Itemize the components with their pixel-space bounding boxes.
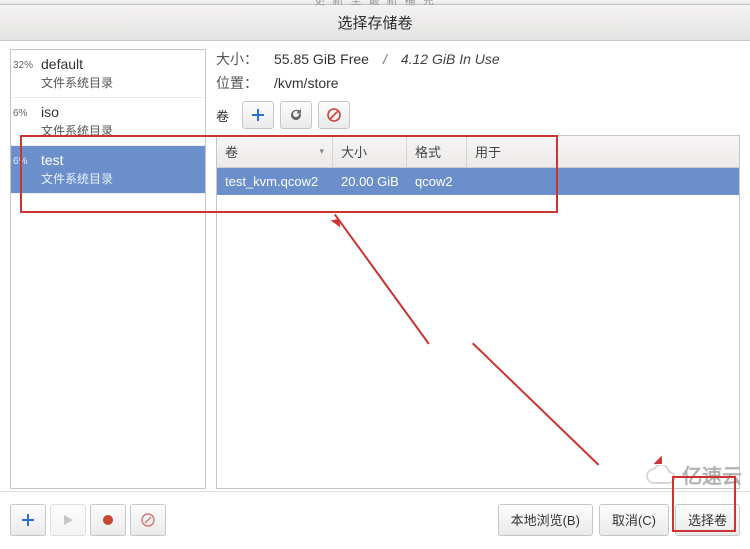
delete-volume-button[interactable] xyxy=(318,101,350,129)
stop-circle-icon xyxy=(327,108,341,122)
pool-usage-pct: 32% xyxy=(13,60,33,71)
pool-type: 文件系统目录 xyxy=(41,122,199,139)
refresh-button[interactable] xyxy=(280,101,312,129)
cloud-icon xyxy=(646,465,676,485)
dialog-buttons: 本地浏览(B) 取消(C) 选择卷 xyxy=(498,504,740,536)
cell-used xyxy=(475,174,731,189)
pool-action-buttons xyxy=(10,504,166,536)
location-label: 位置： xyxy=(216,73,264,93)
pool-name: iso xyxy=(41,104,199,120)
size-row: 大小： 55.85 GiB Free / 4.12 GiB In Use xyxy=(216,49,740,69)
size-inuse: 4.12 GiB In Use xyxy=(401,51,500,67)
column-volume-label: 卷 xyxy=(225,142,238,161)
pool-type: 文件系统目录 xyxy=(41,170,199,187)
pool-usage-pct: 6% xyxy=(13,108,27,119)
pool-item-default[interactable]: 32% default 文件系统目录 xyxy=(11,50,205,98)
volumes-label: 卷 xyxy=(216,106,236,125)
parent-window-title: 更 新 至 最 新 補 充 xyxy=(314,0,435,8)
plus-icon xyxy=(21,513,35,527)
watermark-text: 亿速云 xyxy=(682,460,742,489)
delete-pool-button[interactable] xyxy=(130,504,166,536)
choose-volume-button[interactable]: 选择卷 xyxy=(675,504,740,536)
right-pane: 大小： 55.85 GiB Free / 4.12 GiB In Use 位置：… xyxy=(216,49,740,489)
start-pool-button[interactable] xyxy=(50,504,86,536)
cell-size: 20.00 GiB xyxy=(341,174,415,189)
volume-table[interactable]: 卷 ▾ 大小 格式 用于 test_kvm.qcow2 20.00 GiB qc… xyxy=(216,135,740,489)
pool-name: test xyxy=(41,152,199,168)
add-pool-button[interactable] xyxy=(10,504,46,536)
pool-type: 文件系统目录 xyxy=(41,74,199,91)
record-icon xyxy=(102,514,114,526)
pool-name: default xyxy=(41,56,199,72)
browse-local-button[interactable]: 本地浏览(B) xyxy=(498,504,593,536)
watermark: 亿速云 xyxy=(646,460,742,489)
location-value: /kvm/store xyxy=(274,75,339,91)
size-separator: / xyxy=(383,51,387,67)
add-volume-button[interactable] xyxy=(242,101,274,129)
column-volume[interactable]: 卷 ▾ xyxy=(217,136,333,167)
pool-item-test[interactable]: 6% test 文件系统目录 xyxy=(11,146,205,194)
play-icon xyxy=(62,514,74,526)
pool-usage-pct: 6% xyxy=(13,156,27,167)
column-used-by[interactable]: 用于 xyxy=(467,136,739,167)
table-row[interactable]: test_kvm.qcow2 20.00 GiB qcow2 xyxy=(217,168,739,195)
column-format[interactable]: 格式 xyxy=(407,136,467,167)
location-row: 位置： /kvm/store xyxy=(216,73,740,93)
table-body: test_kvm.qcow2 20.00 GiB qcow2 xyxy=(217,168,739,488)
refresh-icon xyxy=(289,108,303,122)
parent-window-strip: 更 新 至 最 新 補 充 xyxy=(0,0,750,5)
main-pane: 32% default 文件系统目录 6% iso 文件系统目录 6% test… xyxy=(0,41,750,489)
cell-format: qcow2 xyxy=(415,174,475,189)
plus-icon xyxy=(251,108,265,122)
pool-item-iso[interactable]: 6% iso 文件系统目录 xyxy=(11,98,205,146)
column-size-label: 大小 xyxy=(341,142,367,161)
size-free: 55.85 GiB Free xyxy=(274,51,369,67)
stop-pool-button[interactable] xyxy=(90,504,126,536)
column-format-label: 格式 xyxy=(415,142,441,161)
bottom-bar: 本地浏览(B) 取消(C) 选择卷 xyxy=(0,491,750,549)
size-label: 大小： xyxy=(216,49,264,69)
cell-volume: test_kvm.qcow2 xyxy=(225,174,341,189)
window-title: 选择存储卷 xyxy=(337,12,412,33)
titlebar: 选择存储卷 xyxy=(0,5,750,41)
column-used-label: 用于 xyxy=(475,142,501,161)
storage-pool-list[interactable]: 32% default 文件系统目录 6% iso 文件系统目录 6% test… xyxy=(10,49,206,489)
cancel-button[interactable]: 取消(C) xyxy=(599,504,669,536)
volume-toolbar-row: 卷 xyxy=(216,101,740,129)
delete-circle-icon xyxy=(141,513,155,527)
sort-indicator-icon: ▾ xyxy=(319,146,324,157)
table-header: 卷 ▾ 大小 格式 用于 xyxy=(217,136,739,168)
column-size[interactable]: 大小 xyxy=(333,136,407,167)
